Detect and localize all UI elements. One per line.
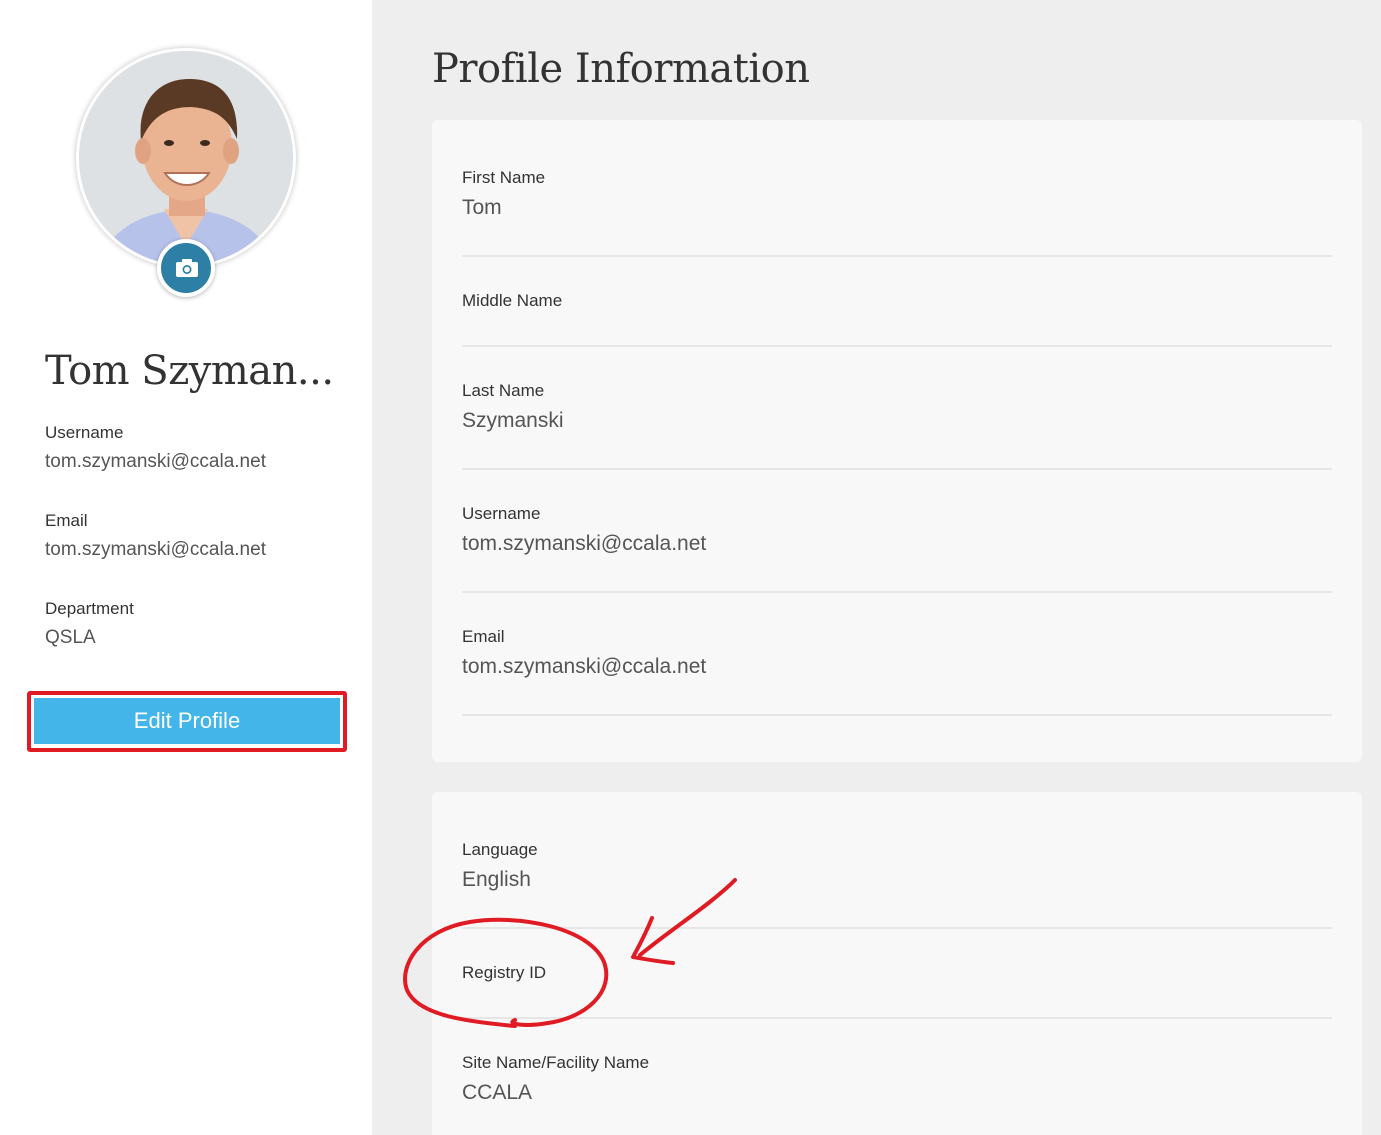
- field-value: Tom: [462, 196, 502, 219]
- info-row-language: Language English: [462, 840, 1332, 892]
- edit-profile-button[interactable]: Edit Profile: [34, 698, 340, 744]
- divider: [462, 255, 1332, 257]
- divider: [462, 1017, 1332, 1019]
- field-label: Language: [462, 840, 538, 859]
- profile-full-name: Tom Szyman...: [45, 348, 334, 394]
- field-label: Last Name: [462, 381, 545, 400]
- field-label: Username: [462, 504, 541, 523]
- profile-main: Profile Information First Name Tom Middl…: [372, 0, 1381, 1135]
- divider: [462, 591, 1332, 593]
- info-row-registry-id: Registry ID: [462, 963, 1332, 991]
- field-label: Department: [45, 599, 134, 618]
- camera-icon: [176, 259, 198, 277]
- profile-sidebar: Tom Szyman... Username tom.szymanski@cca…: [0, 0, 372, 1135]
- field-label: Site Name/Facility Name: [462, 1053, 650, 1072]
- field-value: tom.szymanski@ccala.net: [45, 539, 266, 560]
- avatar-photo: [79, 51, 293, 265]
- field-value: CCALA: [462, 1081, 533, 1104]
- info-row-last-name: Last Name Szymanski: [462, 381, 1332, 433]
- change-photo-button[interactable]: [157, 239, 215, 297]
- field-value: tom.szymanski@ccala.net: [45, 451, 266, 472]
- field-label: Username: [45, 423, 124, 442]
- field-label: Middle Name: [462, 291, 563, 310]
- info-row-first-name: First Name Tom: [462, 168, 1332, 220]
- sidebar-field-department: Department QSLA: [45, 599, 134, 649]
- field-value: QSLA: [45, 627, 96, 648]
- field-label: First Name: [462, 168, 546, 187]
- field-value: tom.szymanski@ccala.net: [462, 532, 707, 555]
- info-row-site-name: Site Name/Facility Name CCALA: [462, 1053, 1332, 1105]
- divider: [462, 714, 1332, 716]
- divider: [462, 927, 1332, 929]
- field-value: Szymanski: [462, 409, 564, 432]
- field-value: English: [462, 868, 531, 891]
- page-title: Profile Information: [432, 46, 810, 92]
- info-row-username: Username tom.szymanski@ccala.net: [462, 504, 1332, 556]
- avatar: [76, 48, 296, 268]
- settings-info-card: Language English Registry ID Site Name/F…: [432, 792, 1362, 1135]
- sidebar-field-username: Username tom.szymanski@ccala.net: [45, 423, 266, 473]
- divider: [462, 468, 1332, 470]
- field-label: Registry ID: [462, 963, 547, 982]
- field-label: Email: [45, 511, 88, 530]
- personal-info-card: First Name Tom Middle Name Last Name Szy…: [432, 120, 1362, 762]
- field-label: Email: [462, 627, 505, 646]
- field-value: tom.szymanski@ccala.net: [462, 655, 707, 678]
- sidebar-field-email: Email tom.szymanski@ccala.net: [45, 511, 266, 561]
- info-row-email: Email tom.szymanski@ccala.net: [462, 627, 1332, 679]
- divider: [462, 345, 1332, 347]
- info-row-middle-name: Middle Name: [462, 291, 1332, 319]
